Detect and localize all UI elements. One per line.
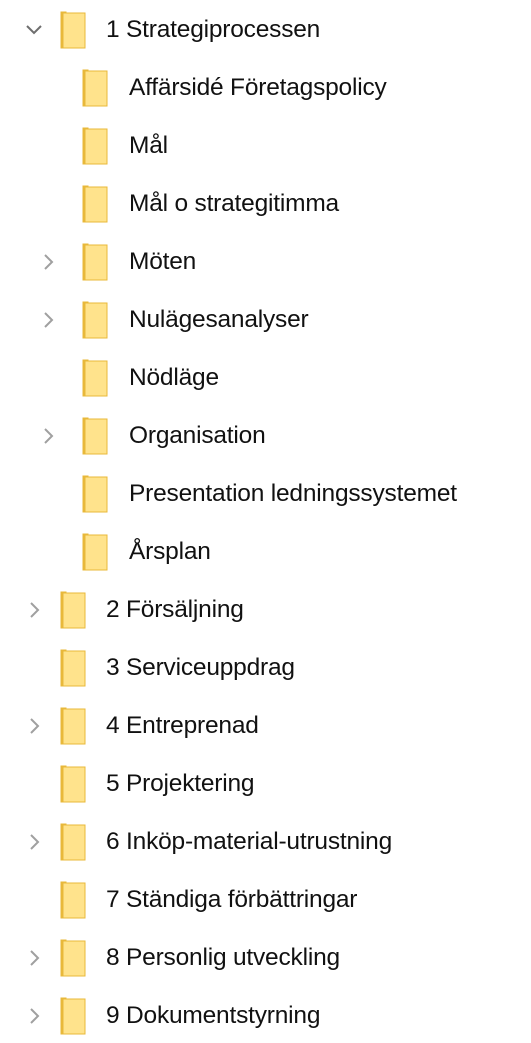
tree-item-7-standiga-forbattringar[interactable]: 7 Ständiga förbättringar <box>0 873 531 927</box>
folder-icon <box>60 11 86 49</box>
tree-item-label: Nulägesanalyser <box>129 305 309 333</box>
tree-item-3-serviceuppdrag[interactable]: 3 Serviceuppdrag <box>0 641 531 695</box>
tree-item-9-dokumentstyrning[interactable]: 9 Dokumentstyrning <box>0 989 531 1043</box>
folder-icon <box>60 591 86 629</box>
tree-item-label: 3 Serviceuppdrag <box>106 653 295 681</box>
folder-tree: 1 Strategiprocessen Affärsidé Företagspo… <box>0 0 531 1041</box>
tree-item-affarside-foretagspolicy[interactable]: Affärsidé Företagspolicy <box>0 61 531 115</box>
chevron-right-icon[interactable] <box>37 251 59 273</box>
chevron-right-icon[interactable] <box>23 715 45 737</box>
folder-icon <box>60 649 86 687</box>
folder-icon <box>82 69 108 107</box>
tree-item-8-personlig-utveckling[interactable]: 8 Personlig utveckling <box>0 931 531 985</box>
tree-item-label: 9 Dokumentstyrning <box>106 1001 321 1029</box>
folder-icon <box>60 939 86 977</box>
folder-icon <box>82 185 108 223</box>
chevron-down-icon[interactable] <box>23 19 45 41</box>
tree-item-label: Mål o strategitimma <box>129 189 339 217</box>
tree-item-label: 6 Inköp-material-utrustning <box>106 827 393 855</box>
folder-icon <box>60 765 86 803</box>
tree-item-nodlage[interactable]: Nödläge <box>0 351 531 405</box>
tree-item-5-projektering[interactable]: 5 Projektering <box>0 757 531 811</box>
tree-item-label: 4 Entreprenad <box>106 711 259 739</box>
tree-item-label: Mål <box>129 131 168 159</box>
folder-icon <box>82 533 108 571</box>
chevron-right-icon[interactable] <box>37 309 59 331</box>
tree-item-label: Nödläge <box>129 363 219 391</box>
tree-item-6-inkop-material-utrustning[interactable]: 6 Inköp-material-utrustning <box>0 815 531 869</box>
tree-item-label: Affärsidé Företagspolicy <box>129 73 387 101</box>
tree-item-organisation[interactable]: Organisation <box>0 409 531 463</box>
folder-icon <box>60 881 86 919</box>
tree-item-nulagesanalyser[interactable]: Nulägesanalyser <box>0 293 531 347</box>
chevron-right-icon[interactable] <box>23 947 45 969</box>
folder-icon <box>82 359 108 397</box>
folder-icon <box>82 417 108 455</box>
tree-item-moten[interactable]: Möten <box>0 235 531 289</box>
folder-icon <box>82 127 108 165</box>
tree-item-2-forsaljning[interactable]: 2 Försäljning <box>0 583 531 637</box>
folder-icon <box>60 997 86 1035</box>
tree-item-label: 2 Försäljning <box>106 595 244 623</box>
folder-icon <box>60 823 86 861</box>
chevron-right-icon[interactable] <box>23 599 45 621</box>
tree-item-label: 1 Strategiprocessen <box>106 15 321 43</box>
tree-item-arsplan[interactable]: Årsplan <box>0 525 531 579</box>
tree-item-label: 7 Ständiga förbättringar <box>106 885 358 913</box>
tree-item-label: Möten <box>129 247 197 275</box>
tree-item-1-strategiprocessen[interactable]: 1 Strategiprocessen <box>0 3 531 57</box>
folder-icon <box>82 243 108 281</box>
tree-item-label: Organisation <box>129 421 266 449</box>
chevron-right-icon[interactable] <box>23 1005 45 1027</box>
folder-icon <box>82 475 108 513</box>
chevron-right-icon[interactable] <box>37 425 59 447</box>
folder-icon <box>60 707 86 745</box>
chevron-right-icon[interactable] <box>23 831 45 853</box>
folder-icon <box>82 301 108 339</box>
tree-item-presentation-ledningssystemet[interactable]: Presentation ledningssystemet <box>0 467 531 521</box>
tree-item-label: 5 Projektering <box>106 769 255 797</box>
tree-item-mal[interactable]: Mål <box>0 119 531 173</box>
tree-item-label: 8 Personlig utveckling <box>106 943 340 971</box>
tree-item-4-entreprenad[interactable]: 4 Entreprenad <box>0 699 531 753</box>
tree-item-label: Årsplan <box>129 537 211 565</box>
tree-item-mal-o-strategitimma[interactable]: Mål o strategitimma <box>0 177 531 231</box>
tree-item-label: Presentation ledningssystemet <box>129 479 457 507</box>
